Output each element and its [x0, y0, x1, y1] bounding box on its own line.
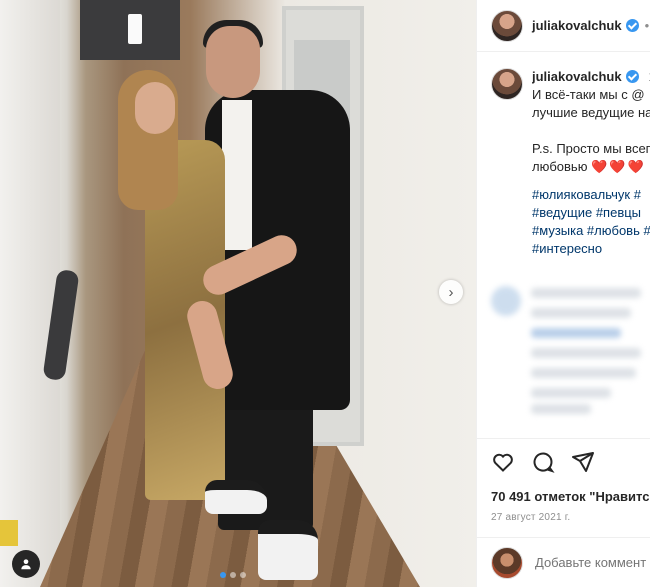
likes-count[interactable]: 70 491 отметок "Нравитс — [491, 489, 649, 504]
next-arrow-icon[interactable]: › — [439, 280, 463, 304]
caption-avatar[interactable] — [491, 68, 523, 100]
photo-sneaker-left — [205, 480, 267, 514]
carousel-dot — [240, 572, 246, 578]
share-icon[interactable] — [571, 450, 595, 474]
post-details-panel: juliakovalchuk • juliakovalchuk 1 И всё-… — [476, 0, 650, 587]
viewer-avatar — [491, 546, 523, 579]
header-username[interactable]: juliakovalchuk — [532, 18, 639, 33]
caption-username[interactable]: juliakovalchuk — [532, 69, 622, 84]
verified-icon — [625, 19, 639, 32]
action-icons — [491, 449, 636, 475]
post-date: 27 август 2021 г. — [491, 512, 571, 523]
tag-user-icon[interactable] — [12, 550, 40, 578]
hashtags[interactable]: #ведущие #певцы — [532, 204, 650, 222]
header-separator: • — [644, 18, 650, 33]
caption-line: P.s. Просто мы всег — [532, 141, 650, 156]
photo-man-head — [206, 26, 260, 98]
caption-row: juliakovalchuk 1 И всё-таки мы с @ лучши… — [491, 68, 650, 258]
post-header: juliakovalchuk • — [477, 0, 650, 52]
photo-shirt — [222, 100, 252, 250]
heart-icon[interactable] — [491, 450, 515, 474]
comment-bar — [477, 537, 650, 587]
hearts-emoji: ❤️❤️❤️ — [591, 159, 646, 174]
carousel-dot — [230, 572, 236, 578]
caption-line: любовью — [532, 159, 588, 174]
post-actions: 70 491 отметок "Нравитс 27 август 2021 г… — [477, 438, 650, 523]
comment-icon[interactable] — [531, 450, 555, 474]
verified-icon — [625, 70, 639, 83]
hashtags[interactable]: #музыка #любовь # — [532, 222, 650, 240]
blurred-comment — [491, 282, 650, 422]
header-username-text[interactable]: juliakovalchuk — [532, 18, 622, 33]
caption-line: лучшие ведущие на — [532, 105, 650, 120]
hashtags[interactable]: #интересно — [532, 240, 650, 258]
post-photo[interactable]: › — [0, 0, 476, 587]
carousel-dots — [220, 572, 246, 578]
photo-wall — [0, 0, 60, 587]
avatar[interactable] — [491, 9, 523, 42]
photo-sneaker-right — [258, 520, 318, 580]
photo-woman-head — [135, 82, 175, 134]
caption-text: juliakovalchuk 1 И всё-таки мы с @ лучши… — [532, 68, 650, 258]
hashtags[interactable]: #юлияковальчук # — [532, 186, 650, 204]
comment-input[interactable] — [535, 555, 650, 570]
photo-ceiling-light — [128, 14, 142, 44]
carousel-dot-active — [220, 572, 226, 578]
photo-yellow-object — [0, 520, 18, 546]
caption-line: И всё-таки мы с @ — [532, 87, 645, 102]
